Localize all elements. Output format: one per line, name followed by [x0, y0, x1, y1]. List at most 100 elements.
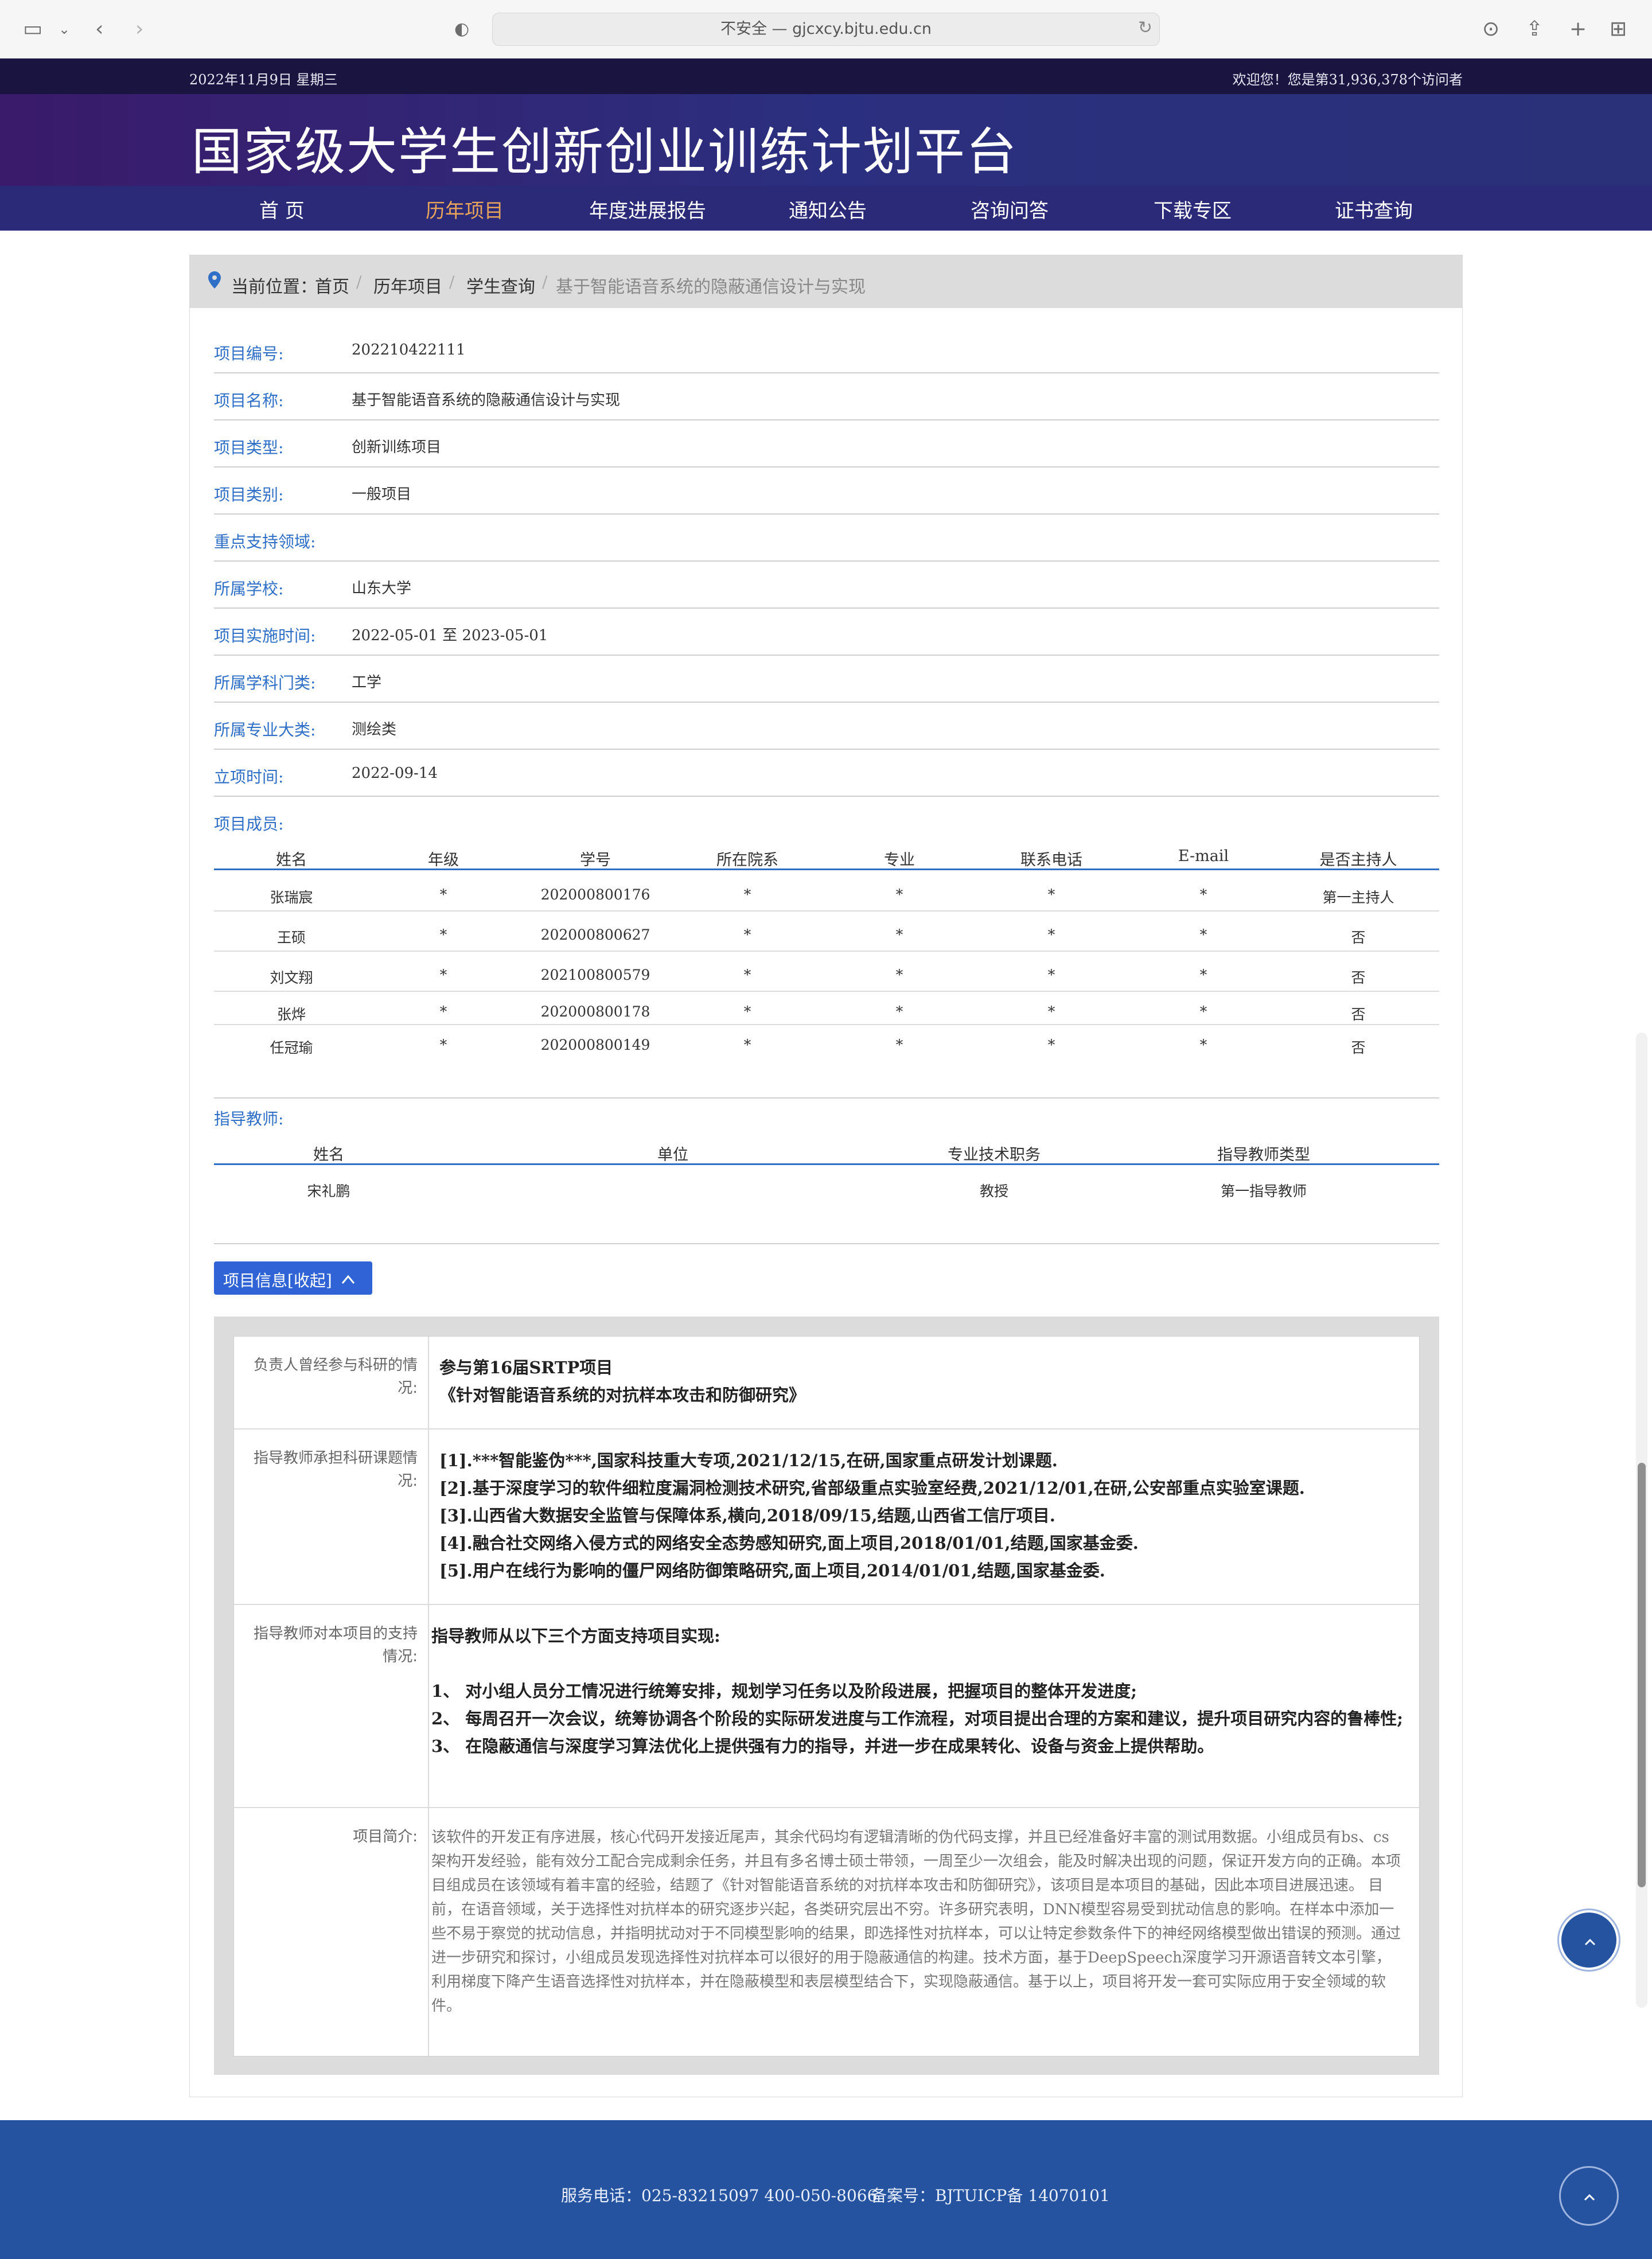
member-name: 张烨 [276, 1006, 306, 1023]
field-value: 山东大学 [352, 580, 412, 597]
breadcrumb-separator: / [356, 272, 362, 291]
field-value: 2022-09-14 [352, 765, 438, 782]
teacher-name: 宋礼鹏 [307, 1183, 350, 1199]
table-row: 刘文翔 * 202100800579 * * * * 否 [214, 952, 1439, 992]
top-info-strip: 2022年11月9日 星期三 欢迎您！您是第31,936,378个访问者 [0, 59, 1652, 94]
table-row: 任冠瑜 * 202000800149 * * * * 否 [214, 1025, 1439, 1066]
section-divider [214, 1097, 1439, 1099]
nav-downloads[interactable]: 下载专区 [1154, 195, 1232, 223]
shield-icon[interactable]: ◐ [454, 17, 469, 41]
info-value: [1].***智能鉴伪***,国家科技重大专项,2021/12/15,在研,国家… [439, 1447, 1409, 1584]
field-label: 项目编号: [214, 344, 284, 363]
info-key: 负责人曾经参与科研的情况: [253, 1357, 418, 1397]
table-row: 王硕 * 202000800627 * * * * 否 [214, 912, 1439, 952]
field-project-category: 项目类别: 一般项目 [214, 468, 1439, 515]
breadcrumb-home[interactable]: 首页 [315, 272, 349, 298]
back-to-top-button[interactable] [1559, 1910, 1619, 1970]
download-icon[interactable]: ⊙ [1482, 17, 1499, 41]
member-student-id: 202000800149 [540, 1037, 650, 1053]
info-value: 参与第16届SRTP项目 《针对智能语音系统的对抗样本攻击和防御研究》 [439, 1354, 1409, 1409]
member-email: * [1199, 926, 1207, 943]
field-label: 所属学科门类: [214, 673, 316, 692]
breadcrumb-separator: / [449, 272, 455, 291]
member-student-id: 202000800178 [540, 1003, 650, 1020]
member-major: * [895, 1037, 903, 1053]
teacher-title: 教授 [979, 1183, 1008, 1199]
nav-past-projects[interactable]: 历年项目 [426, 195, 504, 223]
info-row-research-experience: 负责人曾经参与科研的情况: 参与第16届SRTP项目 《针对智能语音系统的对抗样… [234, 1337, 1419, 1430]
field-value: 2022-05-01 至 2023-05-01 [352, 627, 548, 644]
column-header: 单位 [657, 1146, 688, 1164]
member-student-id: 202000800176 [540, 886, 650, 903]
breadcrumb-past-projects[interactable]: 历年项目 [373, 272, 442, 298]
members-label: 项目成员: [214, 815, 284, 834]
info-line: [4].融合社交网络入侵方式的网络安全态势感知研究,面上项目,2018/01/0… [439, 1533, 1139, 1553]
url-text: 不安全 — gjcxcy.bjtu.edu.cn [720, 20, 932, 38]
members-table-header: 姓名 年级 学号 所在院系 专业 联系电话 E-mail 是否主持人 [214, 844, 1439, 870]
reload-icon[interactable]: ↻ [1138, 18, 1152, 38]
field-label: 项目类别: [214, 485, 284, 504]
field-approval-date: 立项时间: 2022-09-14 [214, 750, 1439, 797]
field-label: 所属专业大类: [214, 720, 316, 739]
member-grade: * [439, 926, 447, 943]
info-key-cell: 负责人曾经参与科研的情况: [234, 1337, 429, 1428]
site-banner: 国家级大学生创新创业训练计划平台 [0, 94, 1652, 186]
field-value: 工学 [352, 674, 382, 691]
info-key-cell: 指导教师承担科研课题情况: [234, 1430, 429, 1604]
member-name: 王硕 [276, 929, 306, 946]
share-icon[interactable]: ⇪ [1526, 17, 1543, 41]
member-is-host: 否 [1351, 1006, 1366, 1023]
address-bar[interactable]: 不安全 — gjcxcy.bjtu.edu.cn ↻ [492, 13, 1160, 46]
table-row: 宋礼鹏 教授 第一指导教师 [214, 1166, 1439, 1208]
member-major: * [895, 886, 903, 903]
footer-back-to-top-button[interactable] [1559, 2166, 1619, 2226]
field-label: 项目实施时间: [214, 626, 316, 645]
member-grade: * [439, 1037, 447, 1053]
nav-annual-report[interactable]: 年度进展报告 [589, 195, 706, 223]
field-label: 所属学校: [214, 579, 284, 598]
project-info-section: 负责人曾经参与科研的情况: 参与第16届SRTP项目 《针对智能语音系统的对抗样… [214, 1317, 1439, 2075]
footer-icp: 备案号：BJTUICP备 14070101 [871, 2186, 1110, 2205]
project-detail-panel: 当前位置： 首页 / 历年项目 / 学生查询 / 基于智能语音系统的隐蔽通信设计… [189, 255, 1463, 2097]
info-key: 项目简介: [353, 1828, 418, 1845]
tab-overview-icon[interactable]: ⊞ [1610, 17, 1627, 41]
project-summary-text: 该软件的开发正有序进展，核心代码开发接近尾声，其余代码均有逻辑清晰的伪代码支撑，… [431, 1829, 1401, 2015]
column-header: 是否主持人 [1319, 851, 1397, 869]
project-info-collapse-button[interactable]: 项目信息[收起] [214, 1261, 372, 1295]
chevron-up-icon [341, 1275, 355, 1284]
member-name: 张瑞宸 [270, 889, 313, 906]
scrollbar-thumb[interactable] [1638, 1463, 1646, 1887]
sidebar-toggle-icon[interactable]: ▭ [23, 17, 42, 41]
nav-certificate[interactable]: 证书查询 [1335, 195, 1413, 223]
info-row-teacher-support: 指导教师对本项目的支持情况: 指导教师从以下三个方面支持项目实现: 1、 对小组… [234, 1605, 1419, 1808]
new-tab-icon[interactable]: + [1569, 17, 1587, 41]
member-grade: * [439, 1003, 447, 1020]
info-key-cell: 项目简介: [234, 1808, 429, 2056]
member-student-id: 202000800627 [540, 926, 650, 943]
member-major: * [895, 926, 903, 943]
info-row-teacher-projects: 指导教师承担科研课题情况: [1].***智能鉴伪***,国家科技重大专项,20… [234, 1430, 1419, 1605]
member-major: * [895, 1003, 903, 1020]
nav-qa[interactable]: 咨询问答 [971, 195, 1049, 223]
member-name: 刘文翔 [270, 969, 313, 986]
member-major: * [895, 967, 903, 983]
column-header: 学号 [580, 851, 611, 869]
breadcrumb: 当前位置： 首页 / 历年项目 / 学生查询 / 基于智能语音系统的隐蔽通信设计… [190, 255, 1462, 308]
breadcrumb-current: 基于智能语音系统的隐蔽通信设计与实现 [556, 277, 866, 297]
nav-notices[interactable]: 通知公告 [789, 195, 867, 223]
field-project-id: 项目编号: 202210422111 [214, 326, 1439, 373]
column-header: 年级 [428, 851, 459, 869]
chevron-down-icon[interactable]: ⌄ [59, 17, 70, 41]
info-line: 参与第16届SRTP项目 [439, 1358, 613, 1377]
column-header: 联系电话 [1020, 851, 1082, 869]
member-name: 任冠瑜 [270, 1039, 313, 1056]
info-line: 3、 在隐蔽通信与深度学习算法优化上提供强有力的指导，并进一步在成果转化、设备与… [431, 1736, 1214, 1756]
info-line: [3].山西省大数据安全监管与保障体系,横向,2018/09/15,结题,山西省… [439, 1506, 1055, 1525]
back-icon[interactable]: ‹ [95, 17, 103, 41]
breadcrumb-student-query[interactable]: 学生查询 [466, 272, 535, 298]
forward-icon[interactable]: › [135, 17, 143, 41]
teachers-table-header: 姓名 单位 专业技术职务 指导教师类型 [214, 1139, 1439, 1165]
column-header: 姓名 [276, 851, 307, 869]
nav-home[interactable]: 首 页 [259, 195, 305, 223]
info-line: 2、 每周召开一次会议，统筹协调各个阶段的实际研发进度与工作流程，对项目提出合理… [431, 1709, 1403, 1728]
